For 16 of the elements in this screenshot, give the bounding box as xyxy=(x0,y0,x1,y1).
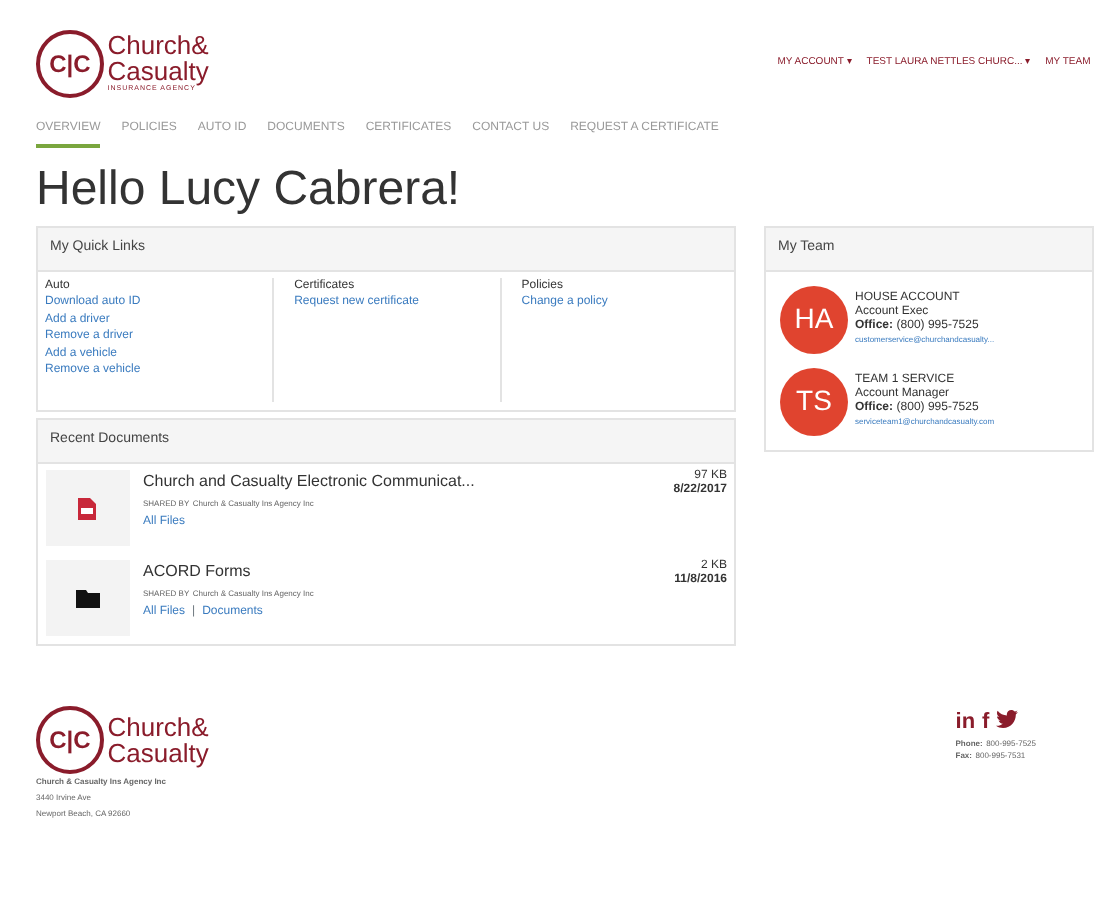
avatar: TS xyxy=(780,367,848,436)
logo-text: Church& xyxy=(107,32,209,59)
logo-text: Church& xyxy=(107,713,209,740)
logo-mark: C|C xyxy=(36,30,104,98)
folder-icon xyxy=(75,589,99,608)
avatar: HA xyxy=(780,285,848,354)
pdf-file-icon xyxy=(78,497,96,520)
social-link[interactable]: f xyxy=(982,705,990,739)
social-link[interactable]: in xyxy=(955,705,976,739)
greeting: Hello Lucy Cabrera! xyxy=(36,161,463,220)
document-name[interactable]: Church and Casualty Electronic Communicat... xyxy=(143,470,660,495)
logo-mark: C|C xyxy=(36,705,104,774)
logo-text: Casualty xyxy=(107,58,209,85)
bird-icon[interactable] xyxy=(996,710,1019,729)
document-name[interactable]: ACORD Forms xyxy=(143,560,661,585)
logo-text: Casualty xyxy=(107,739,209,766)
